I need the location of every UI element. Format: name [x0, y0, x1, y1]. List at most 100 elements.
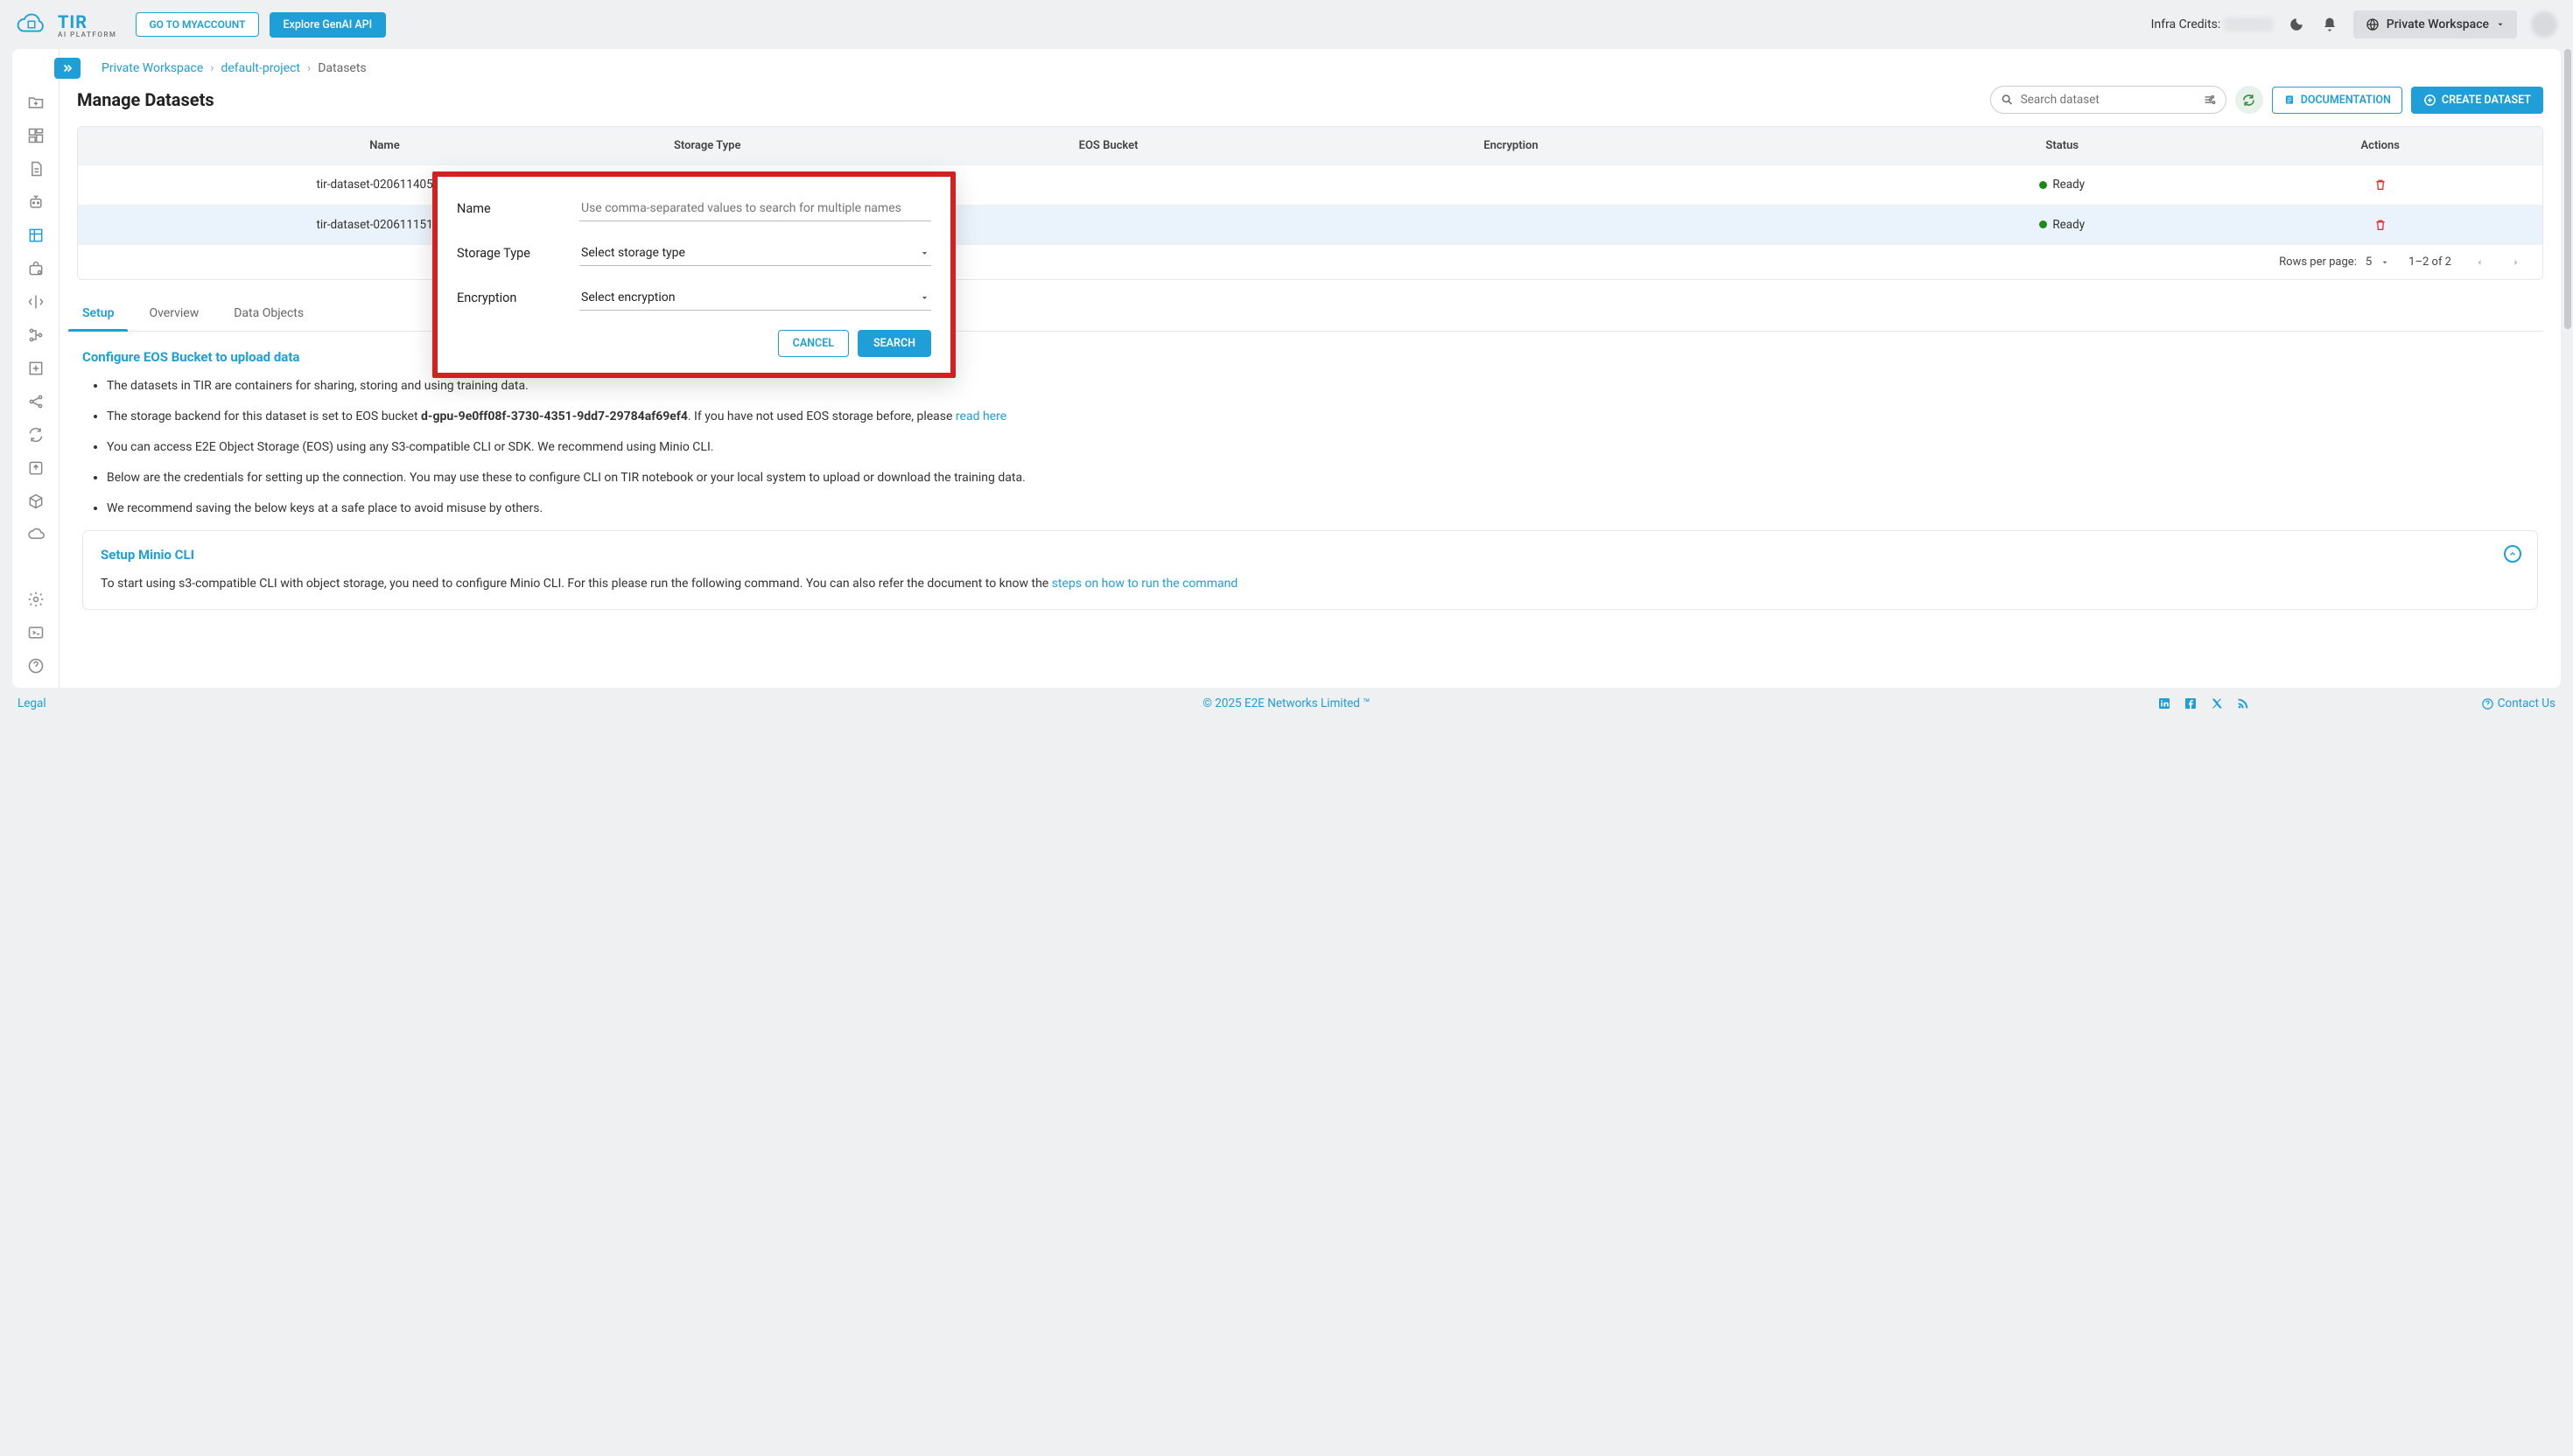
bell-icon[interactable]: [2320, 15, 2339, 34]
topbar-right: Infra Credits: Private Workspace: [2151, 10, 2557, 38]
sidebar-infer-icon[interactable]: [26, 292, 46, 312]
filter-cancel-button[interactable]: CANCEL: [778, 330, 849, 357]
setup-item: The datasets in TIR are containers for s…: [107, 377, 2538, 396]
scrollbar[interactable]: [2564, 49, 2571, 329]
workspace-dropdown[interactable]: Private Workspace: [2353, 10, 2517, 38]
setup-item: We recommend saving the below keys at a …: [107, 500, 2538, 518]
chevron-down-icon: [920, 248, 929, 258]
filter-name-label: Name: [457, 201, 579, 216]
help-icon: [2481, 697, 2494, 710]
breadcrumb-sep: ›: [307, 61, 311, 75]
filter-encryption-select[interactable]: Select encryption: [579, 285, 931, 311]
breadcrumb-current: Datasets: [318, 61, 366, 75]
sidebar-briefcase-icon[interactable]: [26, 259, 46, 278]
sidebar-doc-icon[interactable]: [26, 159, 46, 178]
plus-circle-icon: [2423, 94, 2436, 107]
collapse-button[interactable]: [2504, 545, 2521, 563]
search-icon: [2001, 94, 2014, 107]
rss-icon[interactable]: [2236, 696, 2250, 710]
minio-body: To start using s3-compatible CLI with ob…: [101, 575, 2520, 593]
contact-us-link[interactable]: Contact Us: [2481, 696, 2555, 710]
sidebar-sync-icon[interactable]: [26, 425, 46, 444]
breadcrumb-sep: ›: [210, 61, 214, 75]
breadcrumb-workspace[interactable]: Private Workspace: [102, 61, 203, 75]
search-wrap: [1990, 86, 2226, 114]
refresh-button[interactable]: [2235, 86, 2263, 114]
minio-steps-link[interactable]: steps on how to run the command: [1052, 577, 1238, 591]
copyright: © 2025 E2E Networks Limited ™: [1202, 696, 1370, 710]
breadcrumb-project[interactable]: default-project: [221, 61, 300, 75]
legal-link[interactable]: Legal: [18, 696, 46, 710]
rpp-value: 5: [2366, 256, 2372, 269]
setup-item: The storage backend for this dataset is …: [107, 408, 2538, 426]
sidebar-export-icon[interactable]: [26, 458, 46, 478]
sidebar-new-icon[interactable]: [26, 93, 46, 112]
minio-title: Setup Minio CLI: [101, 547, 2520, 563]
create-dataset-button[interactable]: CREATE DATASET: [2411, 87, 2543, 114]
filter-name-input[interactable]: [579, 196, 931, 221]
sidebar-cloud-icon[interactable]: [26, 525, 46, 544]
sidebar-cube-icon[interactable]: [26, 492, 46, 511]
th-name: Name: [95, 139, 674, 152]
prev-page-button[interactable]: [2471, 257, 2488, 268]
workspace-label: Private Workspace: [2387, 18, 2489, 32]
setup-item: You can access E2E Object Storage (EOS) …: [107, 438, 2538, 457]
delete-button[interactable]: [2236, 178, 2525, 192]
th-storage: Storage Type: [674, 139, 1079, 152]
tab-setup[interactable]: Setup: [77, 296, 119, 331]
sidebar-settings-icon[interactable]: [26, 590, 46, 609]
brand-subtitle: AI PLATFORM: [58, 31, 116, 38]
page-head: Manage Datasets DOCUMENTATION CREATE DAT…: [77, 86, 2543, 114]
status-dot-icon: [2039, 220, 2047, 228]
bucket-id: d-gpu-9e0ff08f-3730-4351-9dd7-29784af69e…: [421, 410, 688, 424]
infra-credits-value-redacted: [2224, 18, 2273, 32]
read-here-link[interactable]: read here: [956, 410, 1006, 424]
delete-button[interactable]: [2236, 218, 2525, 232]
go-to-myaccount-button[interactable]: GO TO MYACCOUNT: [136, 12, 258, 37]
sidebar-terminal-icon[interactable]: [26, 623, 46, 642]
topbar: TIR AI PLATFORM GO TO MYACCOUNT Explore …: [0, 0, 2573, 49]
facebook-icon[interactable]: [2184, 696, 2198, 710]
sidebar-pipeline-icon[interactable]: [26, 326, 46, 345]
x-icon[interactable]: [2210, 696, 2224, 710]
filter-popover: Name Storage Type Select storage type En…: [432, 172, 956, 378]
filter-encryption-value: Select encryption: [581, 290, 675, 304]
avatar[interactable]: [2531, 11, 2557, 38]
th-bucket: EOS Bucket: [1079, 139, 1484, 152]
footer: Legal © 2025 E2E Networks Limited ™ Cont…: [0, 688, 2573, 719]
sidebar-dashboard-icon[interactable]: [26, 126, 46, 145]
sidebar-grid-plus-icon[interactable]: [26, 359, 46, 378]
th-encryption: Encryption: [1483, 139, 1889, 152]
linkedin-icon[interactable]: [2157, 696, 2171, 710]
sidebar-help-icon[interactable]: [26, 656, 46, 676]
tune-icon[interactable]: [2203, 94, 2216, 107]
tab-data-objects[interactable]: Data Objects: [228, 296, 309, 331]
search-input[interactable]: [1990, 86, 2226, 114]
page-range: 1–2 of 2: [2408, 256, 2451, 269]
brand-logo: TIR AI PLATFORM: [58, 11, 116, 38]
chevron-up-icon: [2508, 550, 2517, 558]
explore-genai-button[interactable]: Explore GenAI API: [270, 12, 387, 38]
double-chevron-right-icon: [61, 62, 74, 74]
sidebar-share-icon[interactable]: [26, 392, 46, 411]
documentation-button[interactable]: DOCUMENTATION: [2272, 87, 2402, 114]
infra-credits-label: Infra Credits:: [2151, 18, 2273, 32]
dark-mode-icon[interactable]: [2287, 15, 2306, 34]
doc-icon: [2283, 94, 2296, 106]
filter-storage-select[interactable]: Select storage type: [579, 241, 931, 266]
page-title: Manage Datasets: [77, 89, 214, 110]
rpp-label: Rows per page:: [2279, 256, 2357, 269]
sidebar-datasets-icon[interactable]: [26, 226, 46, 245]
minio-card: Setup Minio CLI To start using s3-compat…: [82, 530, 2538, 610]
brand-cloud-icon: [16, 11, 47, 38]
filter-search-button[interactable]: SEARCH: [858, 330, 931, 357]
filter-encryption-label: Encryption: [457, 290, 579, 305]
globe-icon: [2366, 18, 2380, 32]
sidebar-expand-button[interactable]: [54, 58, 81, 79]
sidebar-robot-icon[interactable]: [26, 192, 46, 212]
rows-per-page[interactable]: Rows per page: 5: [2279, 256, 2389, 269]
tab-overview[interactable]: Overview: [144, 296, 204, 331]
setup-item: Below are the credentials for setting up…: [107, 469, 2538, 487]
next-page-button[interactable]: [2507, 257, 2525, 268]
th-status: Status: [1889, 139, 2236, 152]
